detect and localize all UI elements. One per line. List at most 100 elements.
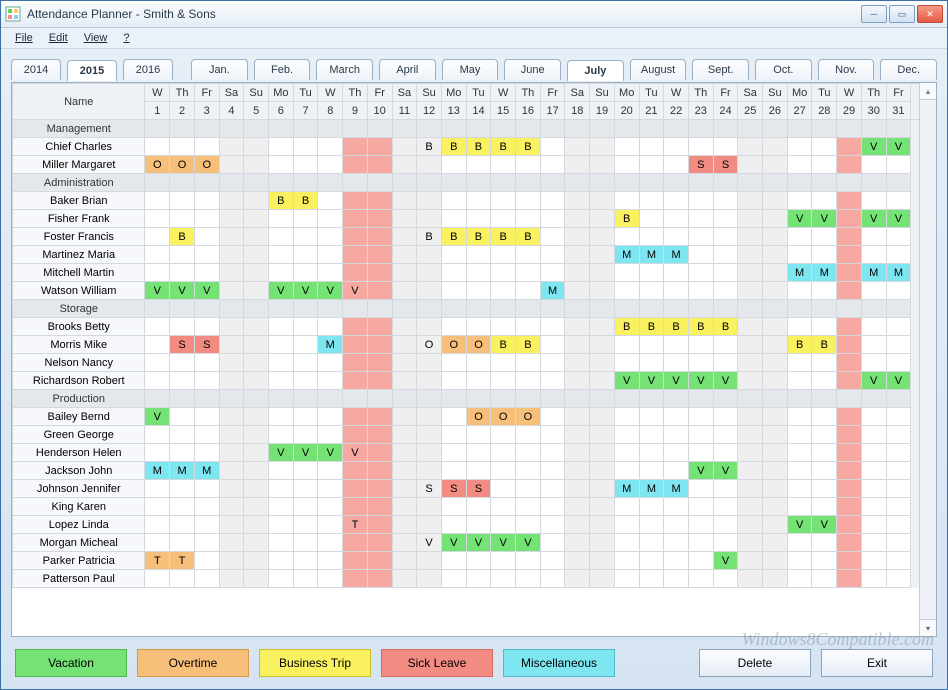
day-cell[interactable]: [688, 336, 713, 354]
day-cell[interactable]: [194, 318, 219, 336]
day-cell[interactable]: V: [293, 444, 318, 462]
day-cell[interactable]: V: [688, 462, 713, 480]
day-cell[interactable]: [244, 156, 269, 174]
day-cell[interactable]: [269, 462, 294, 480]
day-cell[interactable]: [392, 156, 417, 174]
day-cell[interactable]: [491, 372, 516, 390]
day-cell[interactable]: [417, 300, 442, 318]
day-cell[interactable]: [491, 300, 516, 318]
day-cell[interactable]: [293, 354, 318, 372]
day-cell[interactable]: [145, 516, 170, 534]
day-cell[interactable]: [343, 318, 368, 336]
day-cell[interactable]: [194, 264, 219, 282]
day-cell[interactable]: [417, 552, 442, 570]
day-cell[interactable]: [787, 318, 812, 336]
day-cell[interactable]: [639, 462, 664, 480]
day-cell[interactable]: [664, 138, 689, 156]
day-cell[interactable]: [763, 462, 788, 480]
day-cell[interactable]: [145, 372, 170, 390]
day-cell[interactable]: [194, 354, 219, 372]
day-cell[interactable]: [738, 462, 763, 480]
day-cell[interactable]: [763, 354, 788, 372]
day-cell[interactable]: [886, 246, 911, 264]
day-cell[interactable]: [219, 462, 244, 480]
day-cell[interactable]: [516, 462, 541, 480]
day-cell[interactable]: [763, 534, 788, 552]
day-cell[interactable]: [170, 570, 195, 588]
day-cell[interactable]: [318, 390, 343, 408]
day-cell[interactable]: S: [170, 336, 195, 354]
day-cell[interactable]: [787, 354, 812, 372]
day-cell[interactable]: [244, 444, 269, 462]
day-cell[interactable]: [639, 534, 664, 552]
day-cell[interactable]: [367, 210, 392, 228]
day-cell[interactable]: M: [170, 462, 195, 480]
day-cell[interactable]: O: [170, 156, 195, 174]
day-cell[interactable]: [590, 246, 615, 264]
day-cell[interactable]: [269, 408, 294, 426]
day-cell[interactable]: [441, 516, 466, 534]
day-cell[interactable]: [269, 390, 294, 408]
day-cell[interactable]: [343, 246, 368, 264]
day-cell[interactable]: [145, 480, 170, 498]
day-cell[interactable]: [392, 264, 417, 282]
day-cell[interactable]: [343, 156, 368, 174]
day-cell[interactable]: [837, 156, 862, 174]
day-cell[interactable]: O: [491, 408, 516, 426]
day-cell[interactable]: [812, 156, 837, 174]
day-cell[interactable]: [886, 318, 911, 336]
day-cell[interactable]: [145, 300, 170, 318]
day-cell[interactable]: [466, 210, 491, 228]
day-cell[interactable]: [516, 354, 541, 372]
day-cell[interactable]: [639, 192, 664, 210]
day-cell[interactable]: [244, 174, 269, 192]
day-cell[interactable]: [269, 354, 294, 372]
day-cell[interactable]: V: [614, 372, 639, 390]
day-cell[interactable]: [886, 120, 911, 138]
day-cell[interactable]: [516, 552, 541, 570]
day-cell[interactable]: [293, 570, 318, 588]
day-cell[interactable]: [713, 300, 738, 318]
day-cell[interactable]: [713, 246, 738, 264]
day-cell[interactable]: [244, 390, 269, 408]
day-cell[interactable]: [886, 480, 911, 498]
day-cell[interactable]: [491, 282, 516, 300]
day-cell[interactable]: [614, 552, 639, 570]
day-cell[interactable]: [367, 444, 392, 462]
day-cell[interactable]: [787, 390, 812, 408]
day-cell[interactable]: [614, 300, 639, 318]
day-cell[interactable]: [491, 354, 516, 372]
day-cell[interactable]: [639, 336, 664, 354]
day-cell[interactable]: [688, 570, 713, 588]
day-cell[interactable]: V: [293, 282, 318, 300]
day-cell[interactable]: [194, 480, 219, 498]
day-cell[interactable]: [417, 426, 442, 444]
day-cell[interactable]: [269, 174, 294, 192]
day-cell[interactable]: [244, 120, 269, 138]
day-cell[interactable]: [343, 336, 368, 354]
day-cell[interactable]: [343, 390, 368, 408]
day-cell[interactable]: [639, 282, 664, 300]
day-cell[interactable]: M: [614, 246, 639, 264]
day-cell[interactable]: [837, 210, 862, 228]
day-cell[interactable]: [812, 228, 837, 246]
day-cell[interactable]: [293, 408, 318, 426]
day-cell[interactable]: [738, 210, 763, 228]
day-cell[interactable]: [244, 300, 269, 318]
day-cell[interactable]: [812, 246, 837, 264]
day-cell[interactable]: [516, 156, 541, 174]
day-cell[interactable]: [367, 516, 392, 534]
day-cell[interactable]: [861, 156, 886, 174]
day-cell[interactable]: [170, 480, 195, 498]
day-cell[interactable]: [738, 354, 763, 372]
day-cell[interactable]: [318, 246, 343, 264]
day-cell[interactable]: V: [318, 444, 343, 462]
day-cell[interactable]: [590, 318, 615, 336]
day-cell[interactable]: [219, 516, 244, 534]
day-cell[interactable]: [244, 264, 269, 282]
day-cell[interactable]: [516, 480, 541, 498]
day-cell[interactable]: [219, 354, 244, 372]
day-cell[interactable]: [417, 444, 442, 462]
day-cell[interactable]: [664, 210, 689, 228]
day-cell[interactable]: [343, 480, 368, 498]
